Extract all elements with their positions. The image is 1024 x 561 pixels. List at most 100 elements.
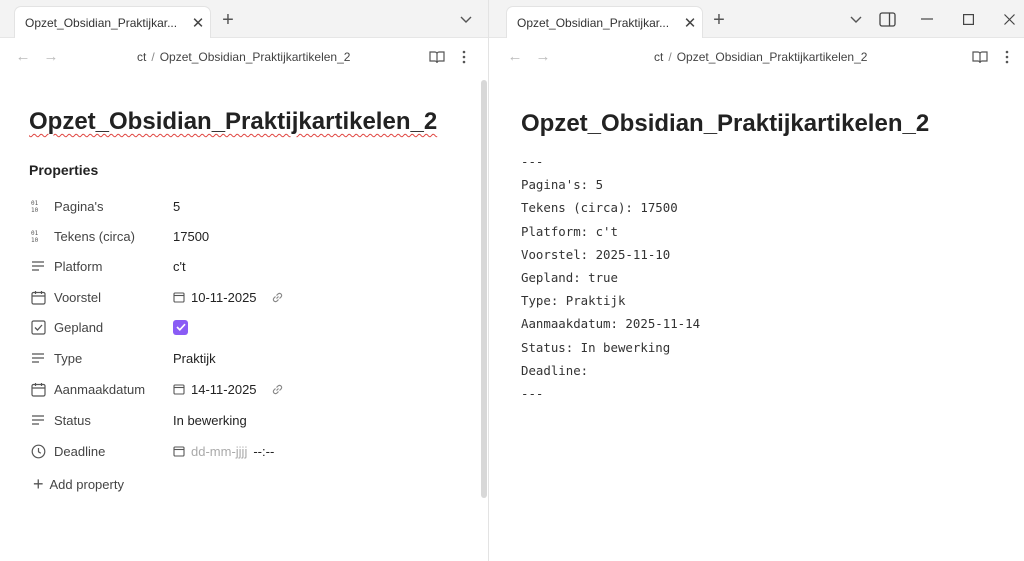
breadcrumb-folder[interactable]: ct — [654, 50, 663, 64]
property-row-tekens[interactable]: 01 10 Tekens (circa) 17500 — [29, 224, 469, 248]
property-row-status[interactable]: Status In bewerking — [29, 408, 469, 432]
left-tab-bar: Opzet_Obsidian_Praktijkar... ✕ + — [0, 0, 488, 38]
source-line[interactable]: Gepland: true — [521, 266, 700, 289]
svg-text:10: 10 — [31, 237, 39, 243]
property-row-deadline[interactable]: Deadline dd-mm-jjjj --:-- — [29, 439, 469, 463]
source-line[interactable]: Pagina's: 5 — [521, 173, 700, 196]
add-property-button[interactable]: + Add property — [33, 475, 124, 493]
new-tab-icon[interactable]: + — [707, 8, 731, 32]
right-tab-title: Opzet_Obsidian_Praktijkar... — [517, 15, 670, 30]
tab-list-chevron-icon[interactable] — [846, 10, 866, 30]
right-nav-bar: ← → ct / Opzet_Obsidian_Praktijkartikelen_… — [489, 38, 1024, 76]
calendar-icon[interactable] — [173, 291, 185, 303]
forward-arrow-icon[interactable]: → — [42, 48, 60, 65]
property-key[interactable]: Platform — [54, 259, 173, 274]
property-value[interactable]: 17500 — [173, 229, 209, 244]
close-tab-icon[interactable]: ✕ — [678, 14, 702, 32]
number-icon: 01 10 — [29, 197, 47, 215]
text-icon — [29, 349, 47, 367]
datetime-field[interactable]: dd-mm-jjjj --:-- — [173, 444, 274, 459]
date-field[interactable]: 14-11-2025 — [173, 382, 284, 397]
property-key[interactable]: Gepland — [54, 320, 173, 335]
property-row-voorstel[interactable]: Voorstel 10-11-2025 — [29, 285, 469, 309]
property-row-paginas[interactable]: 01 10 Pagina's 5 — [29, 194, 469, 218]
breadcrumb-folder[interactable]: ct — [137, 50, 146, 64]
left-tab[interactable]: Opzet_Obsidian_Praktijkar... ✕ — [14, 6, 211, 38]
right-tab-bar: Opzet_Obsidian_Praktijkar... ✕ + — [489, 0, 1024, 38]
source-line[interactable]: Type: Praktijk — [521, 289, 700, 312]
maximize-icon[interactable] — [957, 8, 979, 30]
left-nav-bar: ← → ct / Opzet_Obsidian_Praktijkartikelen_… — [0, 38, 488, 76]
property-row-gepland[interactable]: Gepland — [29, 315, 469, 339]
source-line[interactable]: --- — [521, 150, 700, 173]
source-line[interactable]: Aanmaakdatum: 2025-11-14 — [521, 312, 700, 335]
property-row-type[interactable]: Type Praktijk — [29, 346, 469, 370]
svg-text:01: 01 — [31, 230, 39, 237]
reading-view-book-icon[interactable] — [428, 48, 446, 66]
reading-view-book-icon[interactable] — [971, 48, 989, 66]
date-field[interactable]: 10-11-2025 — [173, 290, 284, 305]
back-arrow-icon[interactable]: ← — [506, 48, 524, 65]
property-key[interactable]: Status — [54, 413, 173, 428]
property-value[interactable]: Praktijk — [173, 351, 216, 366]
tab-list-chevron-icon[interactable] — [456, 10, 476, 30]
property-key[interactable]: Tekens (circa) — [54, 229, 173, 244]
breadcrumb-separator: / — [151, 50, 155, 64]
add-property-label: Add property — [49, 476, 124, 492]
source-line[interactable]: Deadline: — [521, 359, 700, 382]
date-value[interactable]: 14-11-2025 — [191, 382, 257, 397]
minimize-icon[interactable] — [916, 8, 938, 30]
more-options-icon[interactable] — [455, 48, 473, 66]
link-icon[interactable] — [271, 383, 284, 396]
new-tab-icon[interactable]: + — [216, 8, 240, 32]
calendar-icon — [29, 288, 47, 306]
date-placeholder[interactable]: dd-mm-jjjj — [191, 444, 247, 459]
svg-text:01: 01 — [31, 200, 39, 207]
text-icon — [29, 257, 47, 275]
app-window: Opzet_Obsidian_Praktijkar... ✕ + ← → ct /… — [0, 0, 1024, 561]
document-title[interactable]: Opzet_Obsidian_Praktijkartikelen_2 — [29, 108, 437, 136]
breadcrumb-file[interactable]: Opzet_Obsidian_Praktijkartikelen_2 — [677, 50, 868, 64]
property-key[interactable]: Pagina's — [54, 199, 173, 214]
source-line[interactable]: Platform: c't — [521, 220, 700, 243]
source-line[interactable]: Voorstel: 2025-11-10 — [521, 243, 700, 266]
text-icon — [29, 411, 47, 429]
back-arrow-icon[interactable]: ← — [14, 48, 32, 65]
left-tab-title: Opzet_Obsidian_Praktijkar... — [25, 15, 178, 30]
calendar-icon[interactable] — [173, 445, 185, 457]
calendar-icon[interactable] — [173, 383, 185, 395]
source-editor[interactable]: --- Pagina's: 5 Tekens (circa): 17500 Pl… — [521, 150, 700, 405]
source-document-title[interactable]: Opzet_Obsidian_Praktijkartikelen_2 — [521, 110, 929, 138]
property-key[interactable]: Voorstel — [54, 290, 173, 305]
breadcrumb: ct / Opzet_Obsidian_Praktijkartikelen_2 — [654, 50, 867, 64]
property-key[interactable]: Type — [54, 351, 173, 366]
close-window-icon[interactable] — [998, 8, 1020, 30]
property-value[interactable]: In bewerking — [173, 413, 247, 428]
breadcrumb: ct / Opzet_Obsidian_Praktijkartikelen_2 — [137, 50, 350, 64]
property-row-aanmaakdatum[interactable]: Aanmaakdatum 14-11-2025 — [29, 377, 469, 401]
link-icon[interactable] — [271, 291, 284, 304]
checkbox-icon — [29, 318, 47, 336]
date-value[interactable]: 10-11-2025 — [191, 290, 257, 305]
source-line[interactable]: Tekens (circa): 17500 — [521, 196, 700, 219]
property-key[interactable]: Aanmaakdatum — [54, 382, 173, 397]
forward-arrow-icon[interactable]: → — [534, 48, 552, 65]
svg-text:10: 10 — [31, 207, 39, 213]
right-tab[interactable]: Opzet_Obsidian_Praktijkar... ✕ — [506, 6, 703, 38]
source-line[interactable]: --- — [521, 382, 700, 405]
time-placeholder[interactable]: --:-- — [253, 444, 274, 459]
breadcrumb-separator: / — [668, 50, 672, 64]
gepland-checkbox[interactable] — [173, 319, 188, 335]
scrollbar[interactable] — [481, 80, 487, 498]
source-line[interactable]: Status: In bewerking — [521, 336, 700, 359]
property-value[interactable]: c't — [173, 259, 186, 274]
close-tab-icon[interactable]: ✕ — [186, 14, 210, 32]
property-value[interactable]: 5 — [173, 199, 180, 214]
sidebar-toggle-icon[interactable] — [876, 8, 898, 30]
properties-heading[interactable]: Properties — [29, 162, 98, 178]
property-key[interactable]: Deadline — [54, 444, 173, 459]
property-row-platform[interactable]: Platform c't — [29, 254, 469, 278]
more-options-icon[interactable] — [998, 48, 1016, 66]
calendar-icon — [29, 380, 47, 398]
breadcrumb-file[interactable]: Opzet_Obsidian_Praktijkartikelen_2 — [160, 50, 351, 64]
